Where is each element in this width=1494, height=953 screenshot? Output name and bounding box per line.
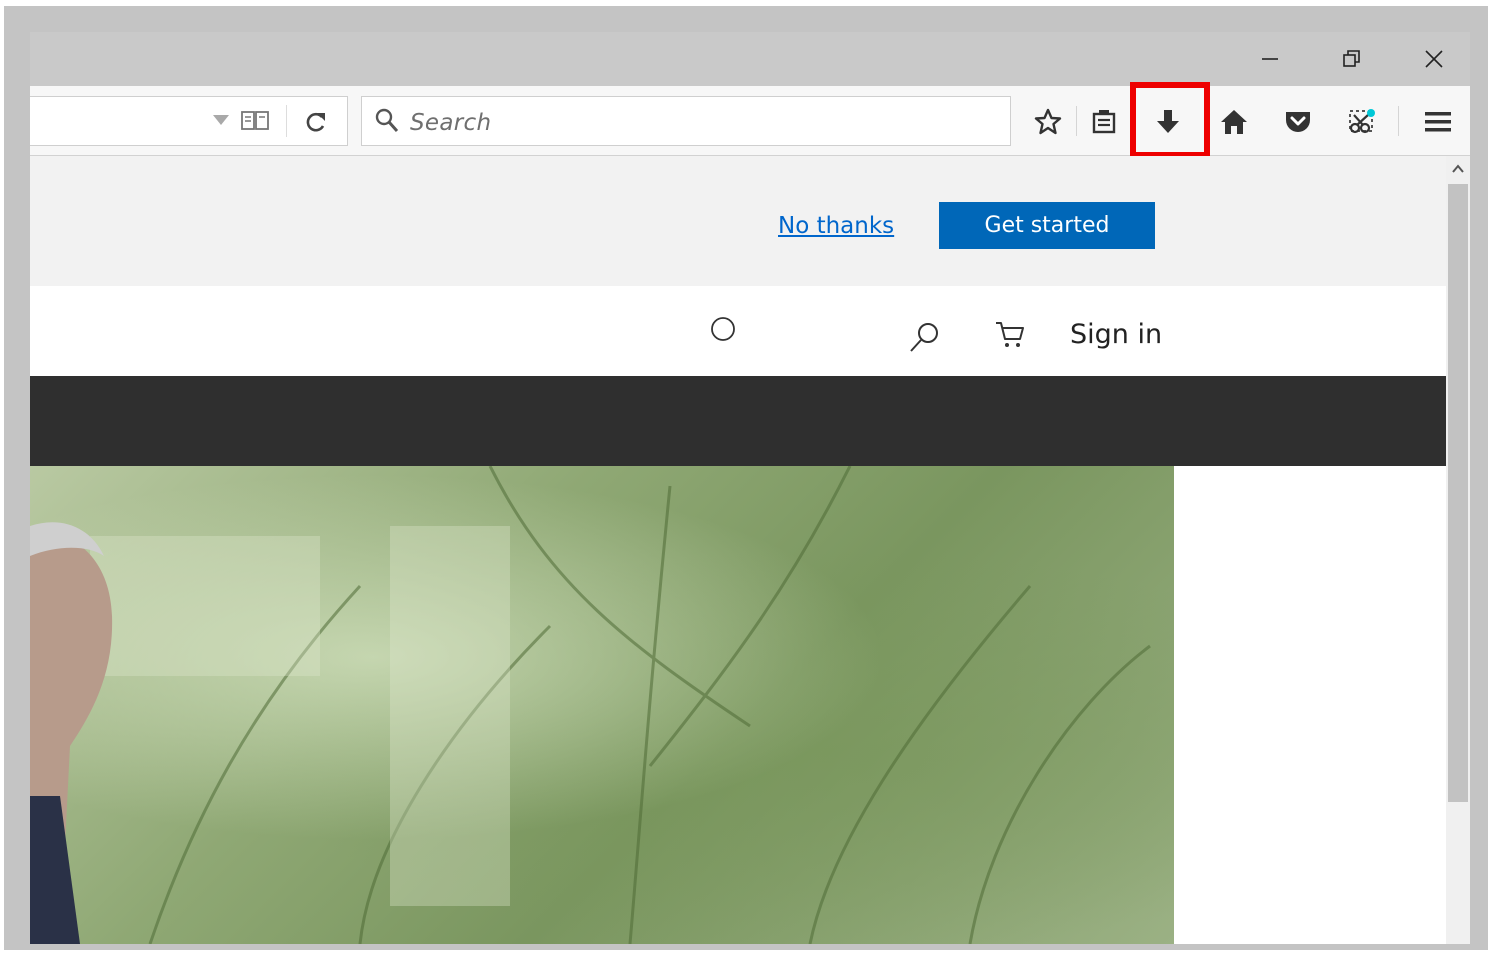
bookmark-star-button[interactable] (1026, 100, 1070, 144)
scroll-up-icon[interactable] (1451, 162, 1465, 180)
navigation-bar (30, 376, 1446, 466)
no-thanks-link[interactable]: No thanks (778, 213, 894, 239)
title-bar (30, 32, 1470, 86)
nav-toolbar: Search (30, 82, 1470, 158)
reload-icon[interactable] (302, 109, 328, 140)
search-bar[interactable]: Search (361, 96, 1011, 146)
search-icon (374, 107, 400, 140)
restore-button[interactable] (1322, 32, 1382, 86)
pocket-icon (1286, 112, 1310, 132)
screenshot-icon (1349, 109, 1375, 134)
library-icon (1092, 110, 1116, 134)
hero-image (30, 466, 1174, 944)
site-header: Sign in (30, 286, 1446, 376)
pocket-button[interactable] (1276, 100, 1320, 144)
browser-window: Search No thanks Get started Sign in (30, 32, 1470, 944)
toolbar-separator (1076, 106, 1077, 136)
notice-banner: No thanks Get started (30, 156, 1446, 286)
close-icon (1425, 50, 1443, 68)
menu-icon (1425, 112, 1451, 132)
page-content: No thanks Get started Sign in (30, 156, 1446, 944)
site-search-icon[interactable] (908, 320, 942, 359)
search-placeholder: Search (410, 110, 492, 136)
library-button[interactable] (1082, 100, 1126, 144)
circle-icon (710, 316, 736, 347)
get-started-button[interactable]: Get started (939, 202, 1155, 249)
url-bar[interactable] (30, 96, 348, 146)
restore-icon (1343, 50, 1360, 67)
menu-button[interactable] (1416, 100, 1460, 144)
bookmark-star-icon (1034, 108, 1062, 135)
scroll-thumb[interactable] (1448, 184, 1468, 802)
screenshot-frame: Search No thanks Get started Sign in (4, 6, 1488, 950)
vertical-scrollbar[interactable] (1446, 156, 1470, 944)
home-icon (1221, 110, 1247, 134)
minimize-button[interactable] (1240, 32, 1300, 86)
cart-icon[interactable] (994, 320, 1026, 355)
reader-view-icon[interactable] (240, 109, 272, 138)
sign-in-link[interactable]: Sign in (1070, 319, 1162, 350)
toolbar-separator (1398, 106, 1399, 136)
download-highlight-box (1130, 82, 1210, 158)
url-bar-divider (286, 105, 287, 137)
close-button[interactable] (1404, 32, 1464, 86)
minimize-icon (1262, 58, 1278, 60)
home-button[interactable] (1212, 100, 1256, 144)
screenshot-button[interactable] (1340, 100, 1384, 144)
dropdown-arrow-icon[interactable] (212, 113, 230, 132)
